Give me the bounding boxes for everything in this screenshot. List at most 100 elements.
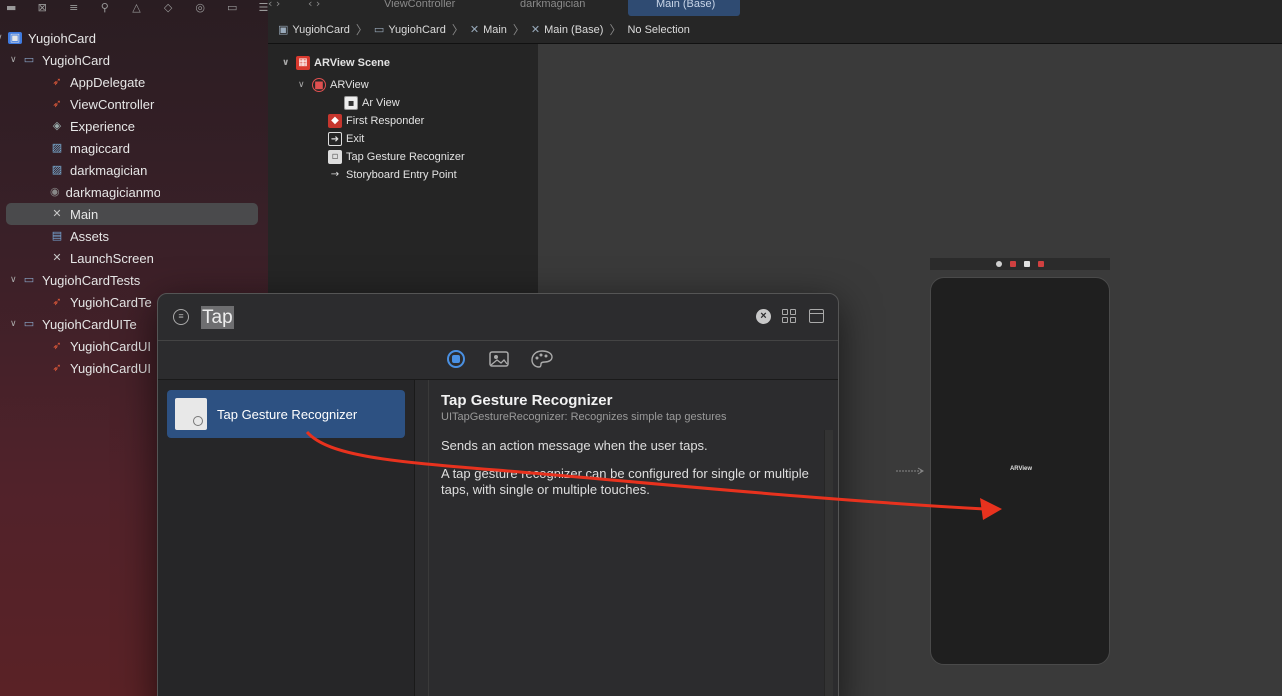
report-icon[interactable]: ☰ bbox=[259, 3, 269, 13]
folder-icon: ▭ bbox=[23, 317, 35, 330]
disclosure-chevron-icon[interactable]: ∨ bbox=[10, 275, 22, 285]
color-library-icon[interactable] bbox=[531, 350, 553, 370]
navigator-item[interactable]: ∨▣ YugiohCard bbox=[0, 27, 248, 49]
disclosure-chevron-icon[interactable]: ∨ bbox=[10, 55, 22, 65]
navigator-item[interactable]: ➶ ViewController bbox=[50, 93, 160, 115]
swift-file-icon: ➶ bbox=[52, 339, 62, 352]
symbol-icon[interactable]: ≡ bbox=[69, 3, 79, 13]
swift-file-icon: ➶ bbox=[52, 295, 62, 308]
disclosure-chevron-icon[interactable]: ∨ bbox=[0, 33, 8, 43]
swift-file-icon: ➶ bbox=[52, 75, 62, 88]
gesture-dock-icon[interactable] bbox=[1024, 261, 1030, 267]
library-search-input[interactable] bbox=[200, 304, 740, 330]
grid-view-icon[interactable] bbox=[782, 309, 796, 323]
navigator-item[interactable]: ▨ magiccard bbox=[50, 137, 160, 159]
tab-nav-forward-icon[interactable]: ‹ › bbox=[308, 0, 378, 16]
navigator-item[interactable]: ∨ ▭ YugiohCardTests bbox=[10, 269, 260, 291]
swift-file-icon: ➶ bbox=[52, 97, 62, 110]
navigator-item-label: magiccard bbox=[70, 140, 130, 156]
library-results-list: Tap Gesture Recognizer bbox=[158, 380, 415, 696]
detail-description-1: Sends an action message when the user ta… bbox=[441, 438, 708, 453]
navigator-item-label: darkmagicianmodel bbox=[65, 184, 160, 200]
outline-item-label: Storyboard Entry Point bbox=[346, 169, 457, 181]
view-icon: ▪ bbox=[344, 96, 358, 110]
tab-darkmagician[interactable]: darkmagician bbox=[520, 0, 620, 16]
breadcrumb-file[interactable]: Main bbox=[483, 24, 507, 36]
objects-library-icon[interactable] bbox=[447, 350, 467, 370]
navigator-item[interactable]: ◉ darkmagicianmodel bbox=[50, 181, 160, 203]
outline-item-label: Exit bbox=[346, 133, 365, 145]
jump-bar: ▣ YugiohCard 〉 ▭ YugiohCard 〉 ✕ Main 〉 ✕… bbox=[268, 16, 1282, 44]
breakpoint-icon[interactable]: ▭ bbox=[227, 3, 237, 13]
navigator-item[interactable]: ∨ ▭ YugiohCard bbox=[10, 49, 260, 71]
detail-subtitle: UITapGestureRecognizer: Recognizes simpl… bbox=[441, 411, 727, 423]
library-item-tap-gesture[interactable]: Tap Gesture Recognizer bbox=[167, 390, 405, 438]
outline-item[interactable]: ▪ Ar View bbox=[344, 94, 400, 112]
navigator-item[interactable]: ▤ Assets bbox=[50, 225, 160, 247]
outline-item[interactable]: ∨ ■ ARView bbox=[298, 76, 369, 94]
entry-point-arrow-icon bbox=[896, 467, 926, 475]
navigator-item-label: Assets bbox=[70, 228, 110, 244]
breadcrumb-project[interactable]: YugiohCard bbox=[292, 24, 350, 36]
navigator-item-label: YugiohCardTests bbox=[42, 272, 141, 288]
breadcrumb-separator: 〉 bbox=[609, 23, 622, 37]
navigator-item[interactable]: ✕ LaunchScreen bbox=[50, 247, 160, 269]
tab-main-base[interactable]: Main (Base) bbox=[628, 0, 740, 16]
navigator-item[interactable]: ➶ YugiohCardUI bbox=[50, 357, 160, 379]
tab-viewcontroller[interactable]: ViewController bbox=[384, 0, 484, 16]
test-icon[interactable]: ◇ bbox=[164, 3, 174, 13]
filter-icon[interactable]: ≡ bbox=[173, 309, 189, 325]
image-icon: ▨ bbox=[51, 141, 63, 154]
outline-item-label: Ar View bbox=[362, 97, 400, 109]
tab-nav-back[interactable]: ‹ › bbox=[268, 0, 288, 16]
navigator-item[interactable]: ➶ YugiohCardUI bbox=[50, 335, 160, 357]
navigator-item-label: YugiohCard bbox=[42, 52, 110, 68]
navigator-item[interactable]: ✕ Main bbox=[50, 203, 160, 225]
outline-item[interactable]: ◆ First Responder bbox=[328, 112, 424, 130]
issue-icon[interactable]: △ bbox=[132, 3, 142, 13]
navigator-item-label: ViewController bbox=[70, 96, 155, 112]
navigator-item[interactable]: ➶ AppDelegate bbox=[50, 71, 160, 93]
exit-dock-icon[interactable] bbox=[1038, 261, 1044, 267]
navigator-item[interactable]: ➶ YugiohCardTe bbox=[50, 291, 160, 313]
outline-item[interactable]: → Storyboard Entry Point bbox=[328, 166, 457, 184]
detail-description-2: A tap gesture recognizer can be configur… bbox=[441, 466, 809, 497]
breadcrumb-localization[interactable]: Main (Base) bbox=[544, 24, 603, 36]
navigator-item-label: AppDelegate bbox=[70, 74, 146, 90]
media-library-icon[interactable] bbox=[489, 350, 509, 370]
disclosure-chevron-icon[interactable]: ∨ bbox=[10, 319, 22, 329]
view-controller-dock-icon[interactable] bbox=[996, 261, 1002, 267]
outline-item[interactable]: ▫ Tap Gesture Recognizer bbox=[328, 148, 465, 166]
find-icon[interactable]: ⚲ bbox=[101, 3, 111, 13]
device-view-label: ARView bbox=[1009, 466, 1033, 472]
breadcrumb-selection[interactable]: No Selection bbox=[627, 24, 689, 36]
breadcrumb-folder[interactable]: YugiohCard bbox=[388, 24, 446, 36]
first-responder-dock-icon[interactable] bbox=[1010, 261, 1016, 267]
navigator-item-label: Main bbox=[70, 206, 99, 222]
folder-icon: ▭ bbox=[23, 53, 35, 66]
disclosure-chevron-icon[interactable]: ∨ bbox=[298, 80, 312, 90]
detail-divider bbox=[428, 380, 429, 696]
clear-search-icon[interactable]: × bbox=[756, 309, 771, 324]
outline-item[interactable]: ➜ Exit bbox=[328, 130, 364, 148]
navigator-item-label: YugiohCard bbox=[28, 30, 96, 46]
source-control-icon[interactable]: ⊠ bbox=[38, 3, 48, 13]
storyboard-icon: ✕ bbox=[530, 23, 541, 36]
navigator-item[interactable]: ▨ darkmagician bbox=[50, 159, 160, 181]
outline-item-label: ARView Scene bbox=[314, 57, 391, 69]
gesture-icon: ▫ bbox=[328, 150, 342, 164]
storyboard-icon: ✕ bbox=[52, 251, 62, 264]
detail-scrollbar[interactable] bbox=[824, 430, 833, 696]
folder-nav-icon[interactable]: ▬ bbox=[6, 3, 16, 13]
debug-icon[interactable]: ◎ bbox=[195, 3, 205, 13]
disclosure-chevron-icon[interactable]: ∨ bbox=[282, 58, 296, 68]
exit-icon: ➜ bbox=[328, 132, 342, 146]
navigator-item[interactable]: ◈ Experience bbox=[50, 115, 160, 137]
navigator-item-label: Experience bbox=[70, 118, 136, 134]
outline-item[interactable]: ∨ ▦ ARView Scene bbox=[282, 54, 390, 72]
navigator-item-label: YugiohCardUITe bbox=[42, 316, 137, 332]
navigator-toolbar: ▬ ⊠ ≡ ⚲ △ ◇ ◎ ▭ ☰ bbox=[0, 0, 268, 16]
arview-scene-device[interactable]: ARView bbox=[930, 277, 1110, 665]
outline-item-label: ARView bbox=[330, 79, 369, 91]
detail-pane-toggle-icon[interactable] bbox=[809, 309, 824, 323]
